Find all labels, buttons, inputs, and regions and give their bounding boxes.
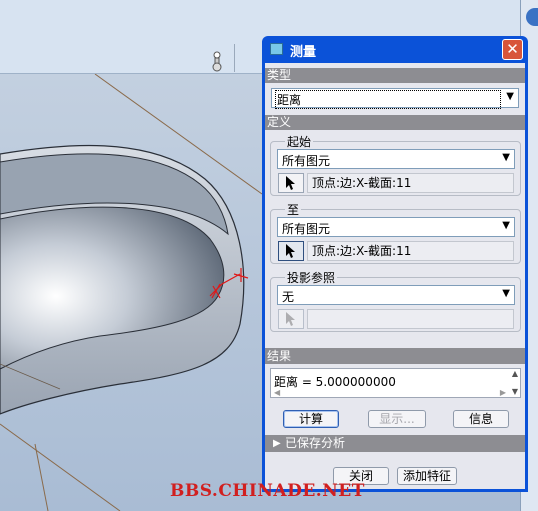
chevron-down-icon: ▼ xyxy=(506,91,514,102)
arrow-cursor-icon xyxy=(286,176,295,190)
type-select[interactable]: 距离 ▼ xyxy=(271,88,519,109)
saved-analysis-bar[interactable]: ▶ 已保存分析 xyxy=(265,435,525,452)
chevron-down-icon: ▼ xyxy=(502,220,510,231)
scroll-right-icon[interactable]: ▶ xyxy=(500,388,506,397)
scroll-left-icon[interactable]: ◀ xyxy=(274,388,280,397)
result-text: 距离 = 5.000000000 xyxy=(274,375,396,389)
arrow-cursor-icon xyxy=(286,312,295,326)
from-filter-value: 所有图元 xyxy=(282,154,331,168)
close-icon[interactable]: ✕ xyxy=(502,39,523,60)
dialog-app-icon xyxy=(270,43,283,55)
to-filter-value: 所有图元 xyxy=(282,222,331,236)
dialog-title: 测量 xyxy=(290,45,317,60)
projection-group-title: 投影参照 xyxy=(285,269,338,286)
result-box[interactable]: 距离 = 5.000000000 ▲ ▼ ◀ ▶ xyxy=(270,368,521,398)
scroll-down-icon[interactable]: ▼ xyxy=(512,387,518,396)
from-filter-select[interactable]: 所有图元 ▼ xyxy=(277,149,515,169)
dialog-titlebar[interactable]: 测量 ✕ xyxy=(265,36,525,63)
to-selection-field[interactable]: 顶点:边:X-截面:11 xyxy=(307,241,514,261)
dialog-body: 类型 距离 ▼ 定义 起始 所有图元 ▼ 顶点:边:X-截面:11 至 所有图元… xyxy=(265,63,525,489)
compute-button[interactable]: 计算 xyxy=(283,410,339,428)
show-button[interactable]: 显示... xyxy=(368,410,426,428)
projection-pick-button[interactable] xyxy=(278,309,304,329)
arrow-cursor-icon xyxy=(286,244,295,258)
probe-icon[interactable] xyxy=(210,50,224,72)
triangle-right-icon: ▶ xyxy=(273,438,281,449)
to-group-title: 至 xyxy=(285,201,302,218)
to-filter-select[interactable]: 所有图元 ▼ xyxy=(277,217,515,237)
from-selection-field[interactable]: 顶点:边:X-截面:11 xyxy=(307,173,514,193)
type-section-header: 类型 xyxy=(265,68,525,83)
toolbar-separator xyxy=(234,44,235,72)
watermark-text: BBS.CHINADE.NET xyxy=(170,481,365,501)
add-feature-button[interactable]: 添加特征 xyxy=(397,467,457,485)
projection-selection-field[interactable] xyxy=(307,309,514,329)
projection-filter-value: 无 xyxy=(282,290,295,304)
from-pick-button[interactable] xyxy=(278,173,304,193)
panel-toggle-button[interactable] xyxy=(526,8,538,26)
definition-section-header: 定义 xyxy=(265,115,525,130)
from-group-title: 起始 xyxy=(285,133,314,150)
to-pick-button[interactable] xyxy=(278,241,304,261)
info-button[interactable]: 信息 xyxy=(453,410,509,428)
chevron-down-icon: ▼ xyxy=(502,288,510,299)
result-section-header: 结果 xyxy=(265,348,525,364)
scroll-up-icon[interactable]: ▲ xyxy=(512,369,518,378)
measure-dialog: 测量 ✕ 类型 距离 ▼ 定义 起始 所有图元 ▼ 顶点:边:X-截面:11 至… xyxy=(262,36,528,492)
projection-filter-select[interactable]: 无 ▼ xyxy=(277,285,515,305)
type-select-value: 距离 xyxy=(275,90,501,109)
chevron-down-icon: ▼ xyxy=(502,152,510,163)
saved-analysis-label: 已保存分析 xyxy=(285,436,346,450)
